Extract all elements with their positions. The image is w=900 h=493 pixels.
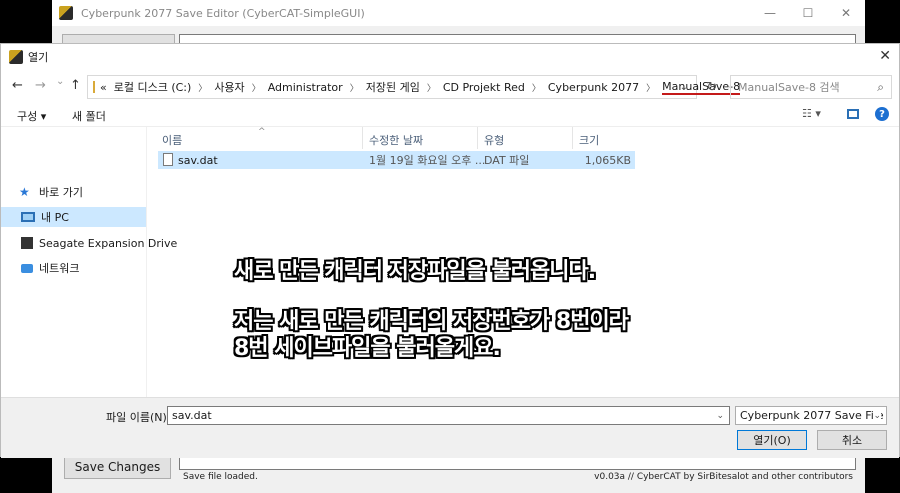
chevron-right-icon: 〉 bbox=[531, 83, 541, 94]
search-placeholder: ManualSave-8 검색 bbox=[738, 81, 840, 94]
chevron-down-icon[interactable]: ⌄ bbox=[680, 82, 688, 93]
open-button[interactable]: 열기(O) bbox=[737, 430, 807, 450]
table-row[interactable]: sav.dat 1월 19일 화요일 오후 ... DAT 파일 1,065KB bbox=[158, 151, 635, 169]
new-folder-button[interactable]: 새 폴더 bbox=[72, 108, 106, 124]
view-options-icon[interactable]: ☷ ▾ bbox=[802, 107, 821, 120]
breadcrumb-overflow[interactable]: « bbox=[100, 81, 107, 94]
chevron-right-icon: 〉 bbox=[646, 83, 656, 94]
sidebar-item-this-pc[interactable]: 내 PC bbox=[1, 207, 146, 227]
chevron-right-icon: 〉 bbox=[349, 83, 359, 94]
app-icon bbox=[9, 50, 23, 64]
sidebar-item-label: 네트워크 bbox=[39, 262, 80, 275]
minimize-button[interactable]: — bbox=[751, 0, 789, 26]
sidebar-item-network[interactable]: 네트워크 bbox=[21, 258, 79, 278]
dialog-footer: 파일 이름(N): sav.dat ⌄ Cyberpunk 2077 Save … bbox=[1, 397, 899, 458]
search-input[interactable]: ManualSave-8 검색 ⌕ bbox=[730, 75, 892, 99]
app-titlebar: Cyberpunk 2077 Save Editor (CyberCAT-Sim… bbox=[52, 0, 865, 26]
recent-locations-icon[interactable]: ⌄ bbox=[56, 76, 64, 87]
file-type-select[interactable]: Cyberpunk 2077 Save File (*.d ⌄ bbox=[735, 406, 887, 425]
dialog-titlebar: 열기 ✕ bbox=[1, 44, 899, 70]
chevron-right-icon: 〉 bbox=[426, 83, 436, 94]
file-modified: 1월 19일 화요일 오후 ... bbox=[369, 154, 486, 167]
chevron-right-icon: 〉 bbox=[198, 83, 208, 94]
computer-icon bbox=[21, 212, 35, 222]
sidebar-item-label: 바로 가기 bbox=[39, 186, 83, 199]
dialog-close-button[interactable]: ✕ bbox=[879, 48, 891, 64]
breadcrumb-item[interactable]: Administrator bbox=[268, 81, 343, 94]
drive-icon bbox=[21, 237, 33, 249]
search-icon: ⌕ bbox=[877, 80, 884, 94]
refresh-icon[interactable]: ↻ bbox=[700, 75, 724, 99]
file-type-value: Cyberpunk 2077 Save File (*.d bbox=[740, 409, 886, 422]
sort-ascending-icon: ^ bbox=[258, 127, 266, 137]
column-header-modified[interactable]: 수정한 날짜 bbox=[369, 132, 423, 148]
file-size: 1,065KB bbox=[584, 153, 631, 167]
breadcrumb-item[interactable]: CD Projekt Red bbox=[443, 81, 525, 94]
caption-line-1: 새로 만든 캐릭터 저장파일을 불러옵니다. bbox=[234, 259, 596, 284]
dialog-title: 열기 bbox=[28, 51, 49, 64]
navigation-pane: ★ 바로 가기 내 PC Seagate Expansion Drive 네트워… bbox=[1, 127, 177, 397]
version-text: v0.03a // CyberCAT by SirBitesalot and o… bbox=[594, 472, 853, 482]
network-icon bbox=[21, 263, 33, 273]
column-divider bbox=[362, 127, 363, 149]
file-name: sav.dat bbox=[178, 153, 218, 167]
dialog-toolbar: 구성 ▾ 새 폴더 ☷ ▾ ? bbox=[1, 103, 899, 127]
open-file-dialog: 열기 ✕ ← → ⌄ ↑ « 로컬 디스크 (C:) 〉 사용자 〉 Adminis… bbox=[0, 43, 900, 458]
organize-button[interactable]: 구성 ▾ bbox=[17, 108, 46, 124]
breadcrumb-item[interactable]: 로컬 디스크 (C:) bbox=[114, 79, 192, 95]
preview-pane-icon[interactable] bbox=[847, 109, 859, 119]
breadcrumb-item[interactable]: Cyberpunk 2077 bbox=[548, 81, 639, 94]
folder-icon bbox=[93, 81, 95, 93]
close-button[interactable]: ✕ bbox=[827, 0, 865, 26]
file-type: DAT 파일 bbox=[484, 154, 530, 167]
column-header-type[interactable]: 유형 bbox=[484, 132, 504, 148]
address-bar[interactable]: « 로컬 디스크 (C:) 〉 사용자 〉 Administrator 〉 저장된 게… bbox=[87, 75, 741, 99]
column-divider bbox=[572, 127, 573, 149]
file-name-label: 파일 이름(N): bbox=[106, 411, 171, 424]
forward-arrow-icon[interactable]: → bbox=[35, 78, 46, 93]
chevron-right-icon: 〉 bbox=[251, 83, 261, 94]
status-text: Save file loaded. bbox=[183, 472, 258, 482]
chevron-down-icon[interactable]: ⌄ bbox=[716, 411, 724, 421]
maximize-button[interactable]: ☐ bbox=[789, 0, 827, 26]
column-header-size[interactable]: 크기 bbox=[579, 132, 599, 148]
app-title: Cyberpunk 2077 Save Editor (CyberCAT-Sim… bbox=[81, 6, 365, 20]
column-divider bbox=[477, 127, 478, 149]
file-name-value: sav.dat bbox=[172, 409, 212, 422]
help-icon[interactable]: ? bbox=[875, 107, 889, 121]
column-header-name[interactable]: 이름 bbox=[162, 132, 182, 148]
sidebar-item-quick-access[interactable]: ★ 바로 가기 bbox=[19, 182, 83, 202]
sidebar-item-label: 내 PC bbox=[41, 211, 69, 224]
breadcrumb-item[interactable]: 사용자 bbox=[214, 79, 244, 95]
breadcrumb-item[interactable]: 저장된 게임 bbox=[366, 79, 420, 95]
chevron-down-icon: ⌄ bbox=[873, 410, 881, 421]
back-arrow-icon[interactable]: ← bbox=[12, 78, 23, 93]
file-name-field[interactable]: sav.dat ⌄ bbox=[167, 406, 730, 425]
up-arrow-icon[interactable]: ↑ bbox=[70, 78, 81, 93]
file-icon bbox=[163, 153, 173, 166]
cancel-button[interactable]: 취소 bbox=[817, 430, 887, 450]
caption-line-3: 8번 세이브파일을 불러올게요. bbox=[234, 336, 501, 361]
star-icon: ★ bbox=[19, 185, 30, 199]
navigation-bar: ← → ⌄ ↑ « 로컬 디스크 (C:) 〉 사용자 〉 Administrato… bbox=[1, 73, 899, 101]
app-icon bbox=[59, 6, 73, 20]
